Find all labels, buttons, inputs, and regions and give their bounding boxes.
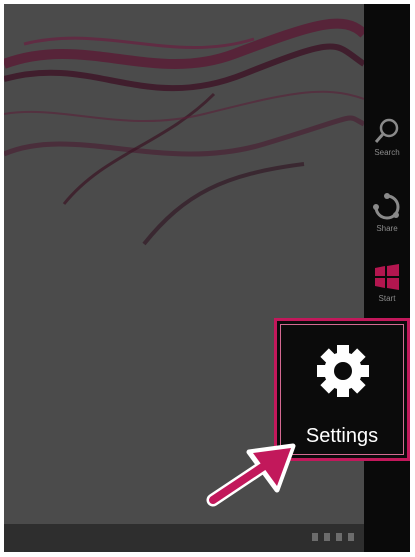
gear-icon [317,345,369,397]
tray-icon[interactable] [312,533,318,541]
charm-search[interactable]: Search [364,116,410,176]
system-tray [312,533,354,541]
charm-start[interactable]: Start [364,262,410,322]
tray-icon[interactable] [336,533,342,541]
search-icon [374,118,399,143]
charm-share[interactable]: Share [364,192,410,252]
taskbar [4,524,364,552]
tray-icon[interactable] [324,533,330,541]
share-icon [373,193,400,220]
pointer-arrow-icon [206,443,296,507]
charms-bar: Search Share Start [364,4,410,552]
charm-share-label: Share [376,224,398,233]
charm-start-label: Start [378,294,396,303]
windows-logo-icon [375,264,399,290]
tray-icon[interactable] [348,533,354,541]
charm-search-label: Search [374,148,400,157]
